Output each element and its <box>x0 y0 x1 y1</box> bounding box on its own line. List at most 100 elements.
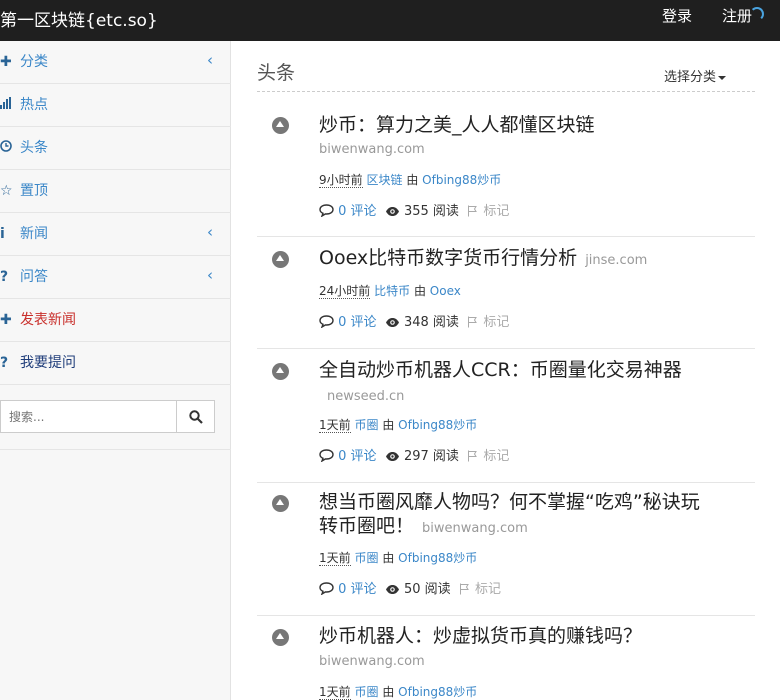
sidebar-item-label: 问答 <box>20 269 48 285</box>
item-title[interactable]: 炒币机器人：炒虚拟货币真的赚钱吗？ <box>319 624 749 648</box>
comment-icon <box>319 204 334 218</box>
flag-link[interactable]: 标记 <box>475 582 501 597</box>
comment-icon <box>319 582 334 596</box>
sidebar-item-label: 热点 <box>20 97 48 113</box>
flag-link[interactable]: 标记 <box>483 315 509 330</box>
comments-link[interactable]: 0 评论 <box>338 204 376 219</box>
chevron-left-icon: ‹ <box>207 223 213 241</box>
search-button[interactable] <box>176 400 215 433</box>
item-category-link[interactable]: 币圈 <box>354 418 378 432</box>
register-link[interactable]: 注册 <box>722 5 752 26</box>
item-meta: 1天前 币圈 由 Ofbing88炒币 <box>319 549 477 566</box>
item-author-link[interactable]: Ofbing88炒币 <box>398 418 477 432</box>
item-category-link[interactable]: 币圈 <box>354 685 378 699</box>
comment-icon <box>319 315 334 329</box>
sidebar-item-news[interactable]: i 新闻 ‹ <box>0 213 231 256</box>
brand-logo[interactable]: 第一区块链{etc.so} <box>0 6 158 31</box>
item-author-link[interactable]: Ooex <box>430 284 461 298</box>
top-navbar: 第一区块链{etc.so} 登录 注册 <box>0 0 780 41</box>
item-time: 9小时前 <box>319 173 363 188</box>
flag-icon <box>459 583 469 595</box>
upvote-icon[interactable] <box>272 363 289 380</box>
star-icon: ☆ <box>0 183 13 199</box>
comments-link[interactable]: 0 评论 <box>338 315 376 330</box>
divider <box>257 236 755 237</box>
item-by: 由 <box>382 551 395 565</box>
sidebar-item-label: 我要提问 <box>20 355 76 371</box>
select-category-dropdown[interactable]: 选择分类 <box>664 66 727 85</box>
sidebar: ✚ 分类 ‹ 热点 头条 ☆ 置顶 i 新闻 ‹ ? 问答 ‹ ✚ 发表新闻 ?… <box>0 41 231 700</box>
flag-link[interactable]: 标记 <box>483 449 509 464</box>
question-icon: ? <box>0 355 9 371</box>
item-by: 由 <box>406 173 419 187</box>
item-category-link[interactable]: 比特币 <box>374 284 410 298</box>
sidebar-item-pinned[interactable]: ☆ 置顶 <box>0 170 231 213</box>
upvote-icon[interactable] <box>272 629 289 646</box>
divider <box>257 348 755 349</box>
item-category-link[interactable]: 币圈 <box>354 551 378 565</box>
sidebar-item-category[interactable]: ✚ 分类 ‹ <box>0 41 231 84</box>
upvote-icon[interactable] <box>272 251 289 268</box>
item-stats: 0 评论 355 阅读 标记 <box>319 200 509 219</box>
sidebar-item-label: 分类 <box>20 54 48 70</box>
item-domain: jinse.com <box>585 253 648 268</box>
plus-icon: ✚ <box>0 54 12 70</box>
item-author-link[interactable]: Ofbing88炒币 <box>398 685 477 699</box>
item-stats: 0 评论 297 阅读 标记 <box>319 445 509 464</box>
question-icon: ? <box>0 269 9 285</box>
search-input[interactable] <box>0 400 177 433</box>
views-count: 355 阅读 <box>403 204 459 219</box>
item-time: 1天前 <box>319 551 351 566</box>
views-count: 297 阅读 <box>403 449 459 464</box>
item-meta: 9小时前 区块链 由 Ofbing88炒币 <box>319 171 501 188</box>
comments-link[interactable]: 0 评论 <box>338 449 376 464</box>
divider <box>257 615 755 616</box>
item-title-line: Ooex比特币数字货币行情分析 jinse.com <box>319 246 749 273</box>
eye-icon <box>385 452 399 461</box>
item-title[interactable]: 全自动炒币机器人CCR：币圈量化交易神器 <box>319 359 682 381</box>
item-time: 1天前 <box>319 685 351 700</box>
eye-icon <box>385 585 399 594</box>
item-title[interactable]: 炒币：算力之美_人人都懂区块链 <box>319 113 709 137</box>
eye-icon <box>385 318 399 327</box>
item-title[interactable]: Ooex比特币数字货币行情分析 <box>319 247 577 269</box>
item-author-link[interactable]: Ofbing88炒币 <box>398 551 477 565</box>
sidebar-item-hot[interactable]: 热点 <box>0 84 231 127</box>
sidebar-item-ask[interactable]: ? 我要提问 <box>0 342 231 385</box>
chevron-left-icon: ‹ <box>207 266 213 284</box>
comment-icon <box>319 449 334 463</box>
item-category-link[interactable]: 区块链 <box>366 173 402 187</box>
sidebar-item-qa[interactable]: ? 问答 ‹ <box>0 256 231 299</box>
comments-link[interactable]: 0 评论 <box>338 582 376 597</box>
upvote-icon[interactable] <box>272 117 289 134</box>
item-by: 由 <box>382 685 395 699</box>
item-author-link[interactable]: Ofbing88炒币 <box>422 173 501 187</box>
sidebar-item-label: 置顶 <box>20 183 48 199</box>
sidebar-item-label: 新闻 <box>20 226 48 242</box>
select-category-label: 选择分类 <box>664 70 717 85</box>
plus-icon: ✚ <box>0 312 12 328</box>
item-domain: newseed.cn <box>327 389 405 404</box>
item-time: 24小时前 <box>319 284 371 299</box>
item-stats: 0 评论 50 阅读 标记 <box>319 578 501 597</box>
item-by: 由 <box>413 284 426 298</box>
caret-down-icon <box>718 75 727 80</box>
item-domain: biwenwang.com <box>422 521 528 536</box>
loading-spinner-icon <box>750 7 764 21</box>
item-title-line: 全自动炒币机器人CCR：币圈量化交易神器 newseed.cn <box>319 358 709 409</box>
upvote-icon[interactable] <box>272 495 289 512</box>
item-meta: 24小时前 比特币 由 Ooex <box>319 282 461 299</box>
login-link[interactable]: 登录 <box>662 5 692 26</box>
page-title: 头条 <box>257 62 296 84</box>
chevron-left-icon: ‹ <box>207 51 213 69</box>
flag-link[interactable]: 标记 <box>483 204 509 219</box>
views-count: 50 阅读 <box>403 582 451 597</box>
search-icon <box>189 410 203 424</box>
item-meta: 1天前 币圈 由 Ofbing88炒币 <box>319 416 477 433</box>
flag-icon <box>468 450 478 462</box>
search-form <box>0 400 231 450</box>
sidebar-item-label: 头条 <box>20 140 48 156</box>
sidebar-item-post-news[interactable]: ✚ 发表新闻 <box>0 299 231 342</box>
sidebar-item-headlines[interactable]: 头条 <box>0 127 231 170</box>
item-time: 1天前 <box>319 418 351 433</box>
